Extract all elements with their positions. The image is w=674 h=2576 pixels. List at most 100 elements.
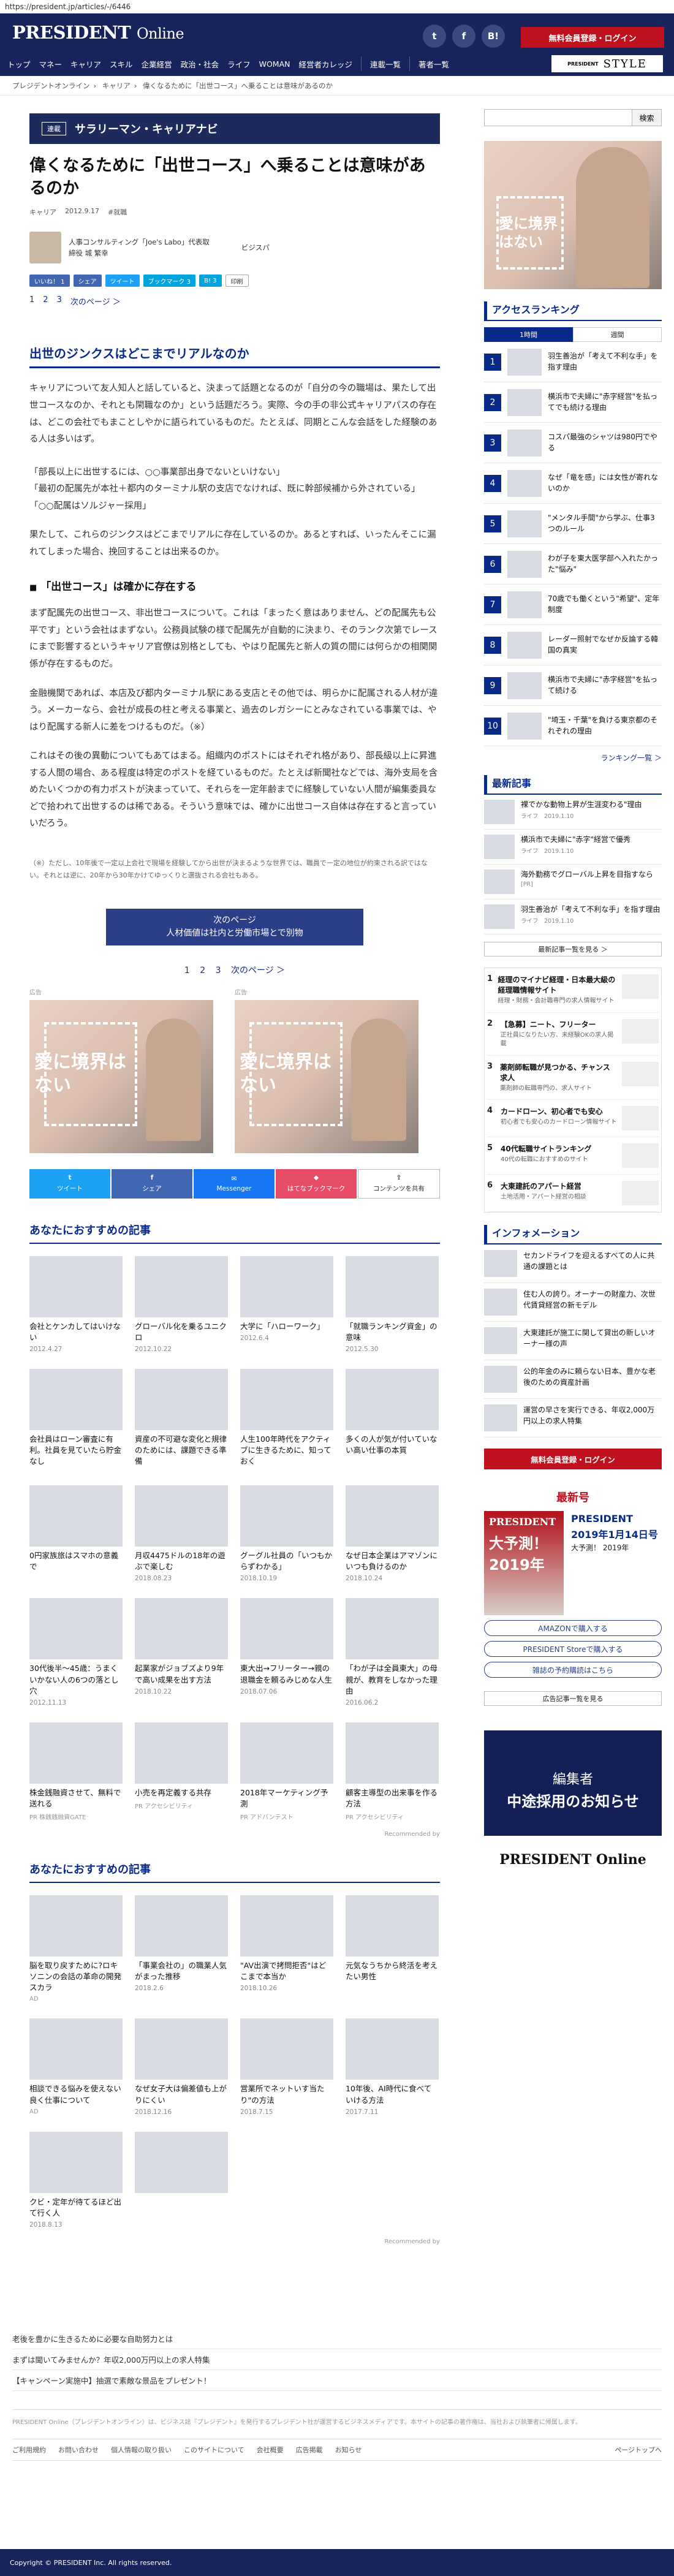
content-share-button[interactable]: ⇪ コンテンツを共有 [358, 1169, 440, 1199]
magazine-cover[interactable]: PRESIDENT 大予測！2019年 [484, 1511, 564, 1615]
recommend-card[interactable]: 0円家族旅はスマホの意義で [29, 1485, 123, 1582]
footer-link-company[interactable]: 会社概要 [257, 2445, 284, 2455]
job-ad-item[interactable]: 4 カードローン、初心者でも安心 初心者でも安心のカードローン情報サイト [487, 1100, 659, 1137]
ranking-item[interactable]: 4 なぜ「竜を感」には女性が寄れないのか [484, 463, 662, 504]
recommend-card[interactable]: 元気なうちから終活を考えたい男性 [346, 1895, 439, 2002]
recommend-card[interactable]: 営業所でネットいす当たり"の方法 2018.7.15 [240, 2018, 333, 2116]
hatena-button[interactable]: B! 3 [199, 275, 222, 287]
next-page-button[interactable]: 次のページ 人材価値は社内と労働市場とで別物 [106, 908, 363, 945]
recommend-card[interactable]: 大学に「ハローワーク」 2012.6.4 [240, 1256, 333, 1353]
recommend-card[interactable]: 資産の不可避な変化と規律のためには、課題できる準備 [135, 1368, 228, 1469]
footer-link-ads[interactable]: 広告掲載 [296, 2445, 323, 2455]
recommend-card[interactable]: クビ・定年が待てるほど出て行く人 2018.8.13 [29, 2131, 123, 2229]
job-ad-item[interactable]: 6 大東建託のアパート経営 土地活用・アパート経営の相談 [487, 1175, 659, 1212]
footer-link-news[interactable]: お知らせ [335, 2445, 362, 2455]
info-item[interactable]: セカンドライフを迎えるすべての人に共通の課題とは [484, 1244, 662, 1283]
new-article-item[interactable]: 羽生善治が「考えて不利な手」を指す理由 ライフ 2019.1.10 [484, 900, 662, 934]
share-button[interactable]: シェア [73, 275, 102, 287]
recommend-card[interactable]: 10年後、AI時代に食べていける方法 2017.7.11 [346, 2018, 439, 2116]
footer-link-terms[interactable]: ご利用規約 [12, 2445, 46, 2455]
bottom-link[interactable]: 老後を豊かに生きるために必要な自助努力とは [12, 2328, 662, 2349]
page-top-link[interactable]: ページトップへ [615, 2445, 662, 2455]
nav-item-top[interactable]: トップ [7, 58, 31, 70]
info-item[interactable]: 運営の早さを実行できる、年収2,000万円以上の求人特集 [484, 1399, 662, 1438]
nav-item-college[interactable]: 経営者カレッジ [299, 58, 353, 70]
search-button[interactable]: 検索 [632, 109, 662, 126]
ad-banner[interactable]: 愛に境界はない [235, 999, 418, 1153]
info-item[interactable]: 住む人の誇り。オーナーの財産力、次世代賃貸経営の新モデル [484, 1283, 662, 1322]
ranking-item[interactable]: 1 羽生善治が「考えて不利な手」を指す理由 [484, 342, 662, 382]
recommend-card[interactable]: なぜ日本企業はアマゾンにいつも負けるのか 2018.10.24 [346, 1485, 439, 1582]
ranking-item[interactable]: 10 "埼玉・千葉"を負ける東京都のそれぞれの理由 [484, 706, 662, 746]
bottom-link[interactable]: 【キャンペーン実施中】抽選で素敵な景品をプレゼント！ [12, 2370, 662, 2391]
recommend-card[interactable]: 相談できる悩みを使えない良く仕事について AD [29, 2018, 123, 2115]
info-item[interactable]: 公的年金のみに頼らない日本、豊かな老後のための資産計画 [484, 1360, 662, 1399]
series-name[interactable]: サラリーマン・キャリアナビ [75, 121, 218, 137]
ranking-item[interactable]: 3 コスパ最強のシャツは980円でやる [484, 423, 662, 463]
tweet-button[interactable]: t ツイート [29, 1169, 110, 1199]
ad-banner[interactable]: 愛に境界はない [29, 999, 213, 1153]
nav-item-business[interactable]: 企業経営 [142, 58, 172, 70]
recommend-card[interactable]: 東大出→フリーター→親の退職金を頼るみじめな人生 2018.07.06 [240, 1598, 333, 1706]
new-article-item[interactable]: 裸でかな動物上昇が生涯変わる"理由 ライフ 2019.1.10 [484, 795, 662, 830]
recommend-card[interactable]: 多くの人が気が付いていない高い仕事の本質 [346, 1368, 439, 1469]
messenger-button[interactable]: ✉ Messenger [194, 1169, 275, 1199]
recommend-card[interactable]: 顧客主導型の出来事を作る方法 PR アクセシビリティ [346, 1722, 439, 1821]
recommend-card[interactable]: グーグル社員の「いつもからずわかる」 2018.10.19 [240, 1485, 333, 1582]
print-button[interactable]: 印刷 [225, 275, 249, 287]
twitter-icon[interactable]: t [423, 25, 446, 48]
footer-link-contact[interactable]: お問い合わせ [58, 2445, 99, 2455]
page-2[interactable]: 2 [43, 295, 48, 307]
sidebar-ad[interactable]: 愛に境界はない [484, 141, 662, 289]
nav-item-skill[interactable]: スキル [110, 58, 133, 70]
ranking-item[interactable]: 2 横浜市で夫婦に"赤字経営"を払ってでも続ける理由 [484, 382, 662, 423]
recommend-card[interactable]: なぜ女子大は偏差値も上がりにくい 2018.12.16 [135, 2018, 228, 2116]
bookmark-button[interactable]: ブックマーク 3 [143, 275, 196, 287]
footer-link-about[interactable]: このサイトについて [184, 2445, 244, 2455]
recommend-card[interactable]: 株金銭融資させて、無料で送れる PR 株銭銭融資GATE [29, 1722, 123, 1821]
ranking-more-link[interactable]: ランキング一覧 ＞ [484, 752, 662, 763]
ranking-item[interactable]: 9 横浜市で夫婦に"赤字経営"を払って続ける [484, 665, 662, 706]
search-input[interactable] [484, 109, 632, 126]
next-page-link[interactable]: 次のページ ＞ [231, 966, 285, 975]
recommend-card[interactable]: 「事業会社の」の職業人気がまった推移 2018.2.6 [135, 1895, 228, 2002]
breadcrumb-home[interactable]: プレジデントオンライン [12, 81, 90, 90]
buy-store-button[interactable]: PRESIDENT Storeで購入する [484, 1641, 662, 1657]
new-article-item[interactable]: 海外勤務でグローバル上昇を目指すなら [PR] [484, 865, 662, 900]
tab-hourly[interactable]: 1時間 [484, 327, 573, 342]
new-articles-more-button[interactable]: 最新記事一覧を見る ＞ [484, 942, 662, 957]
recommend-card[interactable]: 起業家がジョブズより9年で高い成果を出す方法 2018.10.22 [135, 1598, 228, 1706]
nav-item-money[interactable]: マネー [39, 58, 62, 70]
nav-item-life[interactable]: ライフ [227, 58, 251, 70]
pocket-button[interactable]: ◆ はてなブックマーク [276, 1169, 357, 1199]
recommend-card[interactable]: 30代後半～45歳：うまくいかない人の6つの落とし穴 2012.11.13 [29, 1598, 123, 1707]
nav-item-politics[interactable]: 政治・社会 [181, 58, 219, 70]
recommend-card[interactable]: 「就職ランキング資金」の意味 2012.5.30 [346, 1256, 439, 1353]
recommend-card[interactable]: 会社員はローン審査に有利。社員を見ていたら貯金なし [29, 1368, 123, 1469]
footer-link-privacy[interactable]: 個人情報の取り扱い [111, 2445, 172, 2455]
site-logo[interactable]: PRESIDENT Online [12, 22, 184, 43]
recruit-banner[interactable]: 編集者 中途採用のお知らせ PRESIDENT Online [484, 1730, 662, 1884]
next-page-link[interactable]: 次のページ ＞ [70, 295, 121, 307]
hatena-icon[interactable]: B! [482, 25, 505, 48]
page-3[interactable]: 3 [216, 966, 221, 975]
facebook-share-button[interactable]: f シェア [112, 1169, 192, 1199]
president-style-logo[interactable]: PRESIDENT STYLE [551, 55, 663, 72]
article-category[interactable]: キャリア [29, 207, 56, 217]
recommend-card[interactable]: 脳を取り戻すために?ロキソニンの会話の革命の開発スカラ AD [29, 1895, 123, 2002]
recommend-card[interactable]: 小売を再定義する共存 PR アクセシビリティ [135, 1722, 228, 1821]
recommend-card[interactable]: "AV出演で拷問拒否"はどこまで本当か 2018.10.26 [240, 1895, 333, 2002]
info-item[interactable]: 大東建託が施工に関して貸出の新しいオーナー様の声 [484, 1322, 662, 1360]
buy-amazon-button[interactable]: AMAZONで購入する [484, 1620, 662, 1636]
recommend-card[interactable]: 2018年マーケティング予測 PR アドバンテスト [240, 1722, 333, 1821]
nav-item-authors[interactable]: 著者一覧 [418, 58, 449, 70]
tweet-button[interactable]: ツイート [105, 275, 140, 287]
like-button[interactable]: いいね！ 1 [29, 275, 70, 287]
facebook-icon[interactable]: f [452, 25, 475, 48]
recommend-card[interactable]: 人生100年時代をアクティブに生きるために、知っておく [240, 1368, 333, 1469]
recommend-card[interactable]: 月収4475ドルの18年の遊ぶで楽しむ 2018.08.23 [135, 1485, 228, 1582]
nav-item-woman[interactable]: WOMAN [259, 59, 290, 69]
bottom-link[interactable]: まずは聞いてみませんか？年収2,000万円以上の求人特集 [12, 2349, 662, 2370]
nav-item-career[interactable]: キャリア [70, 58, 101, 70]
ad-articles-button[interactable]: 広告記事一覧を見る [484, 1691, 662, 1706]
